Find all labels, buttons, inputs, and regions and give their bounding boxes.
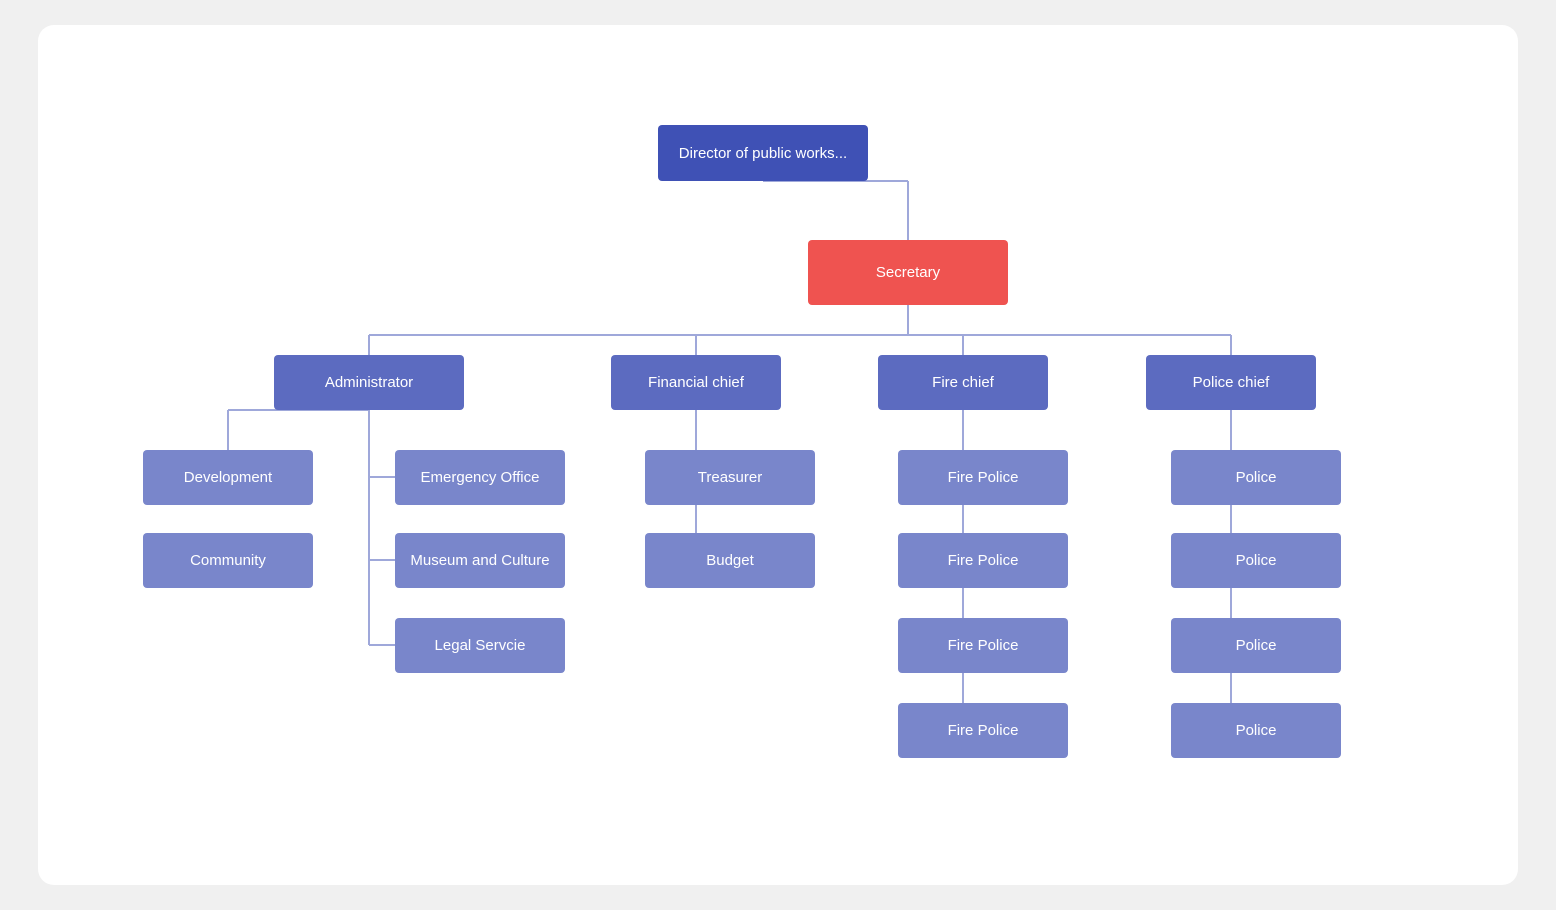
police-2-node[interactable]: Police xyxy=(1171,533,1341,588)
budget-node[interactable]: Budget xyxy=(645,533,815,588)
community-node[interactable]: Community xyxy=(143,533,313,588)
legal-service-node[interactable]: Legal Servcie xyxy=(395,618,565,673)
police-4-node[interactable]: Police xyxy=(1171,703,1341,758)
financial-chief-node[interactable]: Financial chief xyxy=(611,355,781,410)
police-3-node[interactable]: Police xyxy=(1171,618,1341,673)
police-chief-node[interactable]: Police chief xyxy=(1146,355,1316,410)
fire-police-1-node[interactable]: Fire Police xyxy=(898,450,1068,505)
fire-police-2-node[interactable]: Fire Police xyxy=(898,533,1068,588)
treasurer-node[interactable]: Treasurer xyxy=(645,450,815,505)
museum-culture-node[interactable]: Museum and Culture xyxy=(395,533,565,588)
emergency-office-node[interactable]: Emergency Office xyxy=(395,450,565,505)
org-chart-card: Director of public works... Secretary Ad… xyxy=(38,25,1518,885)
secretary-node[interactable]: Secretary xyxy=(808,240,1008,305)
development-node[interactable]: Development xyxy=(143,450,313,505)
fire-chief-node[interactable]: Fire chief xyxy=(878,355,1048,410)
administrator-node[interactable]: Administrator xyxy=(274,355,464,410)
chart-container: Director of public works... Secretary Ad… xyxy=(78,65,1478,845)
fire-police-3-node[interactable]: Fire Police xyxy=(898,618,1068,673)
fire-police-4-node[interactable]: Fire Police xyxy=(898,703,1068,758)
director-node[interactable]: Director of public works... xyxy=(658,125,868,181)
police-1-node[interactable]: Police xyxy=(1171,450,1341,505)
